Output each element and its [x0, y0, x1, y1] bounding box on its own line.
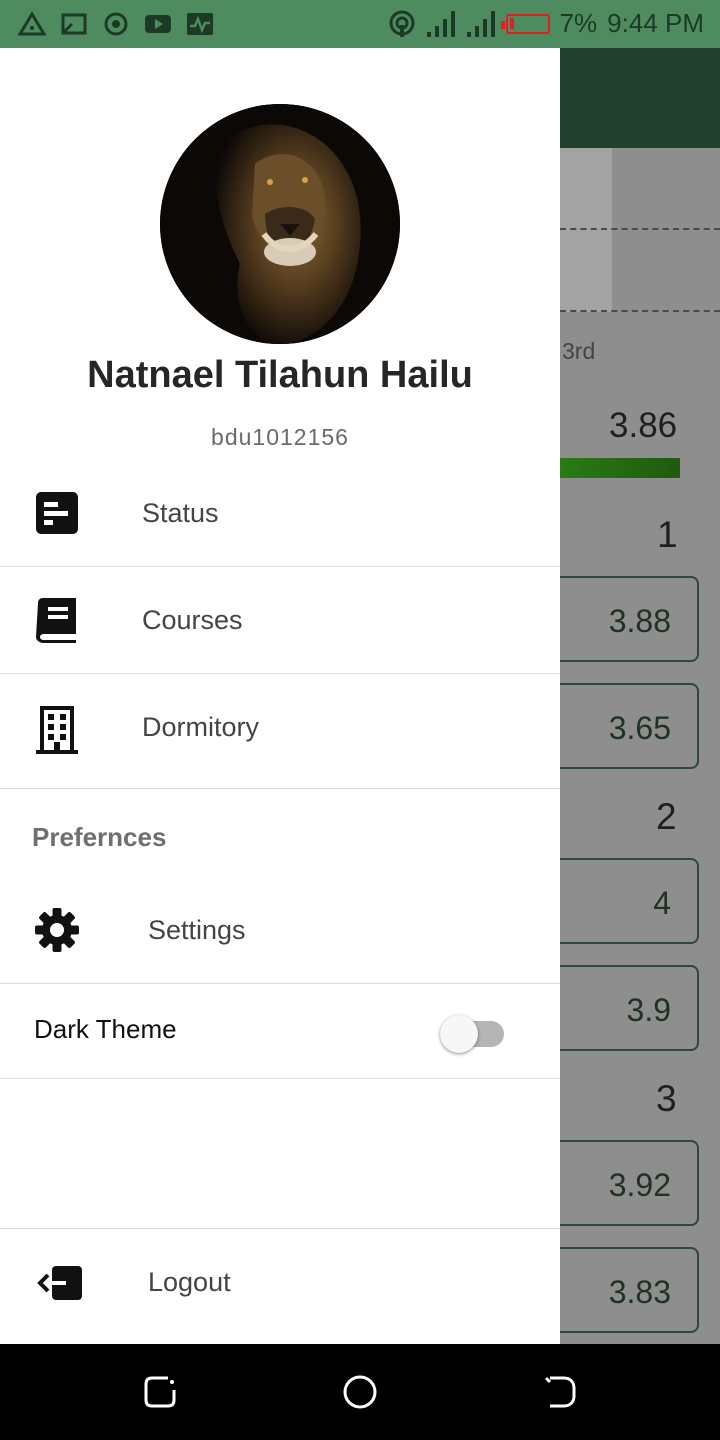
dark-theme-row: Dark Theme [0, 984, 560, 1079]
back-button[interactable] [542, 1374, 578, 1410]
logout-icon [37, 1266, 82, 1300]
dark-theme-label: Dark Theme [34, 1014, 177, 1044]
semester-card[interactable]: 3.92 [560, 1140, 699, 1226]
youtube-icon [145, 15, 171, 33]
student-id: bdu1012156 [211, 424, 349, 450]
semester-card[interactable]: 3.88 [560, 576, 699, 662]
semester-card[interactable]: 3.9 [560, 965, 699, 1051]
semester-gpa: 3.65 [608, 710, 671, 746]
lion-avatar-image [160, 104, 400, 344]
activity-icon [187, 13, 213, 35]
clock: 9:44 PM [607, 8, 704, 38]
recents-button[interactable] [142, 1374, 178, 1410]
status-icon [36, 492, 78, 534]
semester-gpa: 3.9 [626, 992, 671, 1028]
warning-triangle-icon [18, 11, 46, 36]
profile-name: Natnael Tilahun Hailu [87, 354, 473, 396]
signal-icon-2 [466, 10, 495, 37]
toggle-thumb [440, 1015, 478, 1053]
logout-button[interactable]: Logout [0, 1228, 560, 1344]
semester-card[interactable]: 4 [560, 858, 699, 944]
gpa-progress-bar [560, 458, 680, 478]
battery-percent: 7% [559, 8, 598, 38]
nav-item-settings[interactable]: Settings [0, 877, 560, 984]
semester-card[interactable]: 3.65 [560, 683, 699, 769]
semester-gpa: 3.88 [608, 603, 671, 639]
background-app-bar [560, 48, 720, 148]
nav-item-label: Courses [142, 605, 243, 635]
nav-item-status[interactable]: Status [0, 460, 560, 567]
nav-item-label: Dormitory [142, 712, 260, 742]
chart-gridline [560, 310, 720, 312]
system-navigation-bar [0, 1344, 720, 1440]
year-label: 2 [656, 796, 677, 837]
semester-gpa: 3.83 [608, 1274, 671, 1310]
record-icon [104, 12, 128, 36]
gear-icon [35, 908, 79, 952]
battery-low-icon [500, 13, 550, 34]
building-icon [36, 706, 78, 754]
gpa-value: 3.86 [609, 406, 678, 445]
cast-icon [61, 13, 87, 35]
dark-theme-toggle[interactable] [440, 1013, 504, 1053]
preferences-section-title: Prefernces [32, 822, 167, 852]
nav-item-courses[interactable]: Courses [0, 567, 560, 674]
logout-label: Logout [148, 1267, 231, 1297]
signal-icon [426, 10, 455, 37]
nav-item-label: Status [142, 498, 219, 528]
year-label: 3 [656, 1078, 677, 1119]
avatar[interactable] [160, 104, 400, 344]
background-app: 3rd 3.86 1 3.88 3.65 2 4 3.9 3 3.92 3.83 [560, 48, 720, 1344]
book-icon [36, 598, 76, 643]
semester-card[interactable]: 3.83 [560, 1247, 699, 1333]
navigation-drawer: Natnael Tilahun Hailu bdu1012156 Status … [0, 48, 560, 1344]
nav-item-dormitory[interactable]: Dormitory [0, 674, 560, 789]
nav-item-label: Settings [148, 915, 246, 945]
chart-gridline [560, 228, 720, 230]
semester-gpa: 4 [653, 885, 671, 921]
semester-gpa: 3.92 [608, 1167, 671, 1203]
status-bar: 7% 9:44 PM [0, 0, 720, 48]
year-label: 1 [657, 514, 678, 555]
hotspot-icon [389, 10, 415, 37]
rank-label: 3rd [562, 338, 596, 364]
home-button[interactable] [342, 1374, 378, 1410]
background-chart-bar [560, 148, 612, 312]
